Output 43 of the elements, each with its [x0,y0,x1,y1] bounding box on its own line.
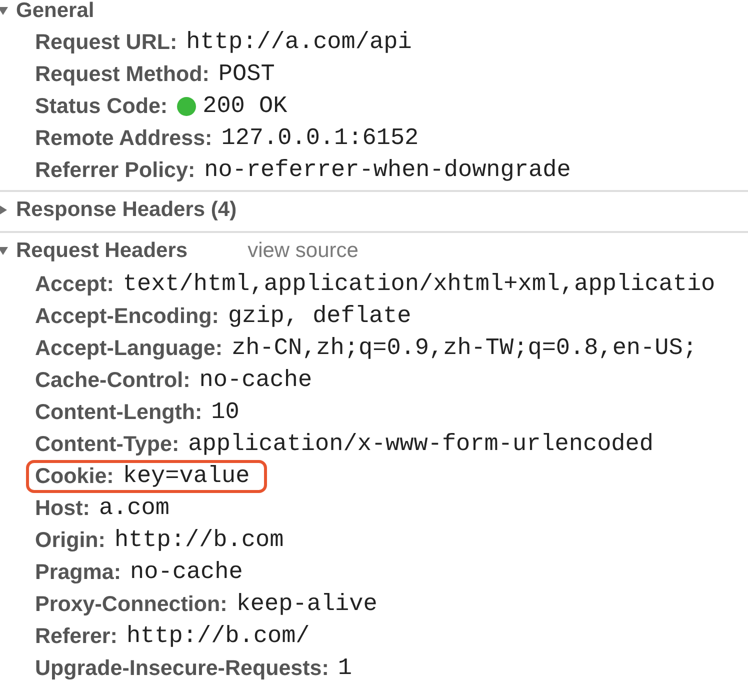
header-name: Origin: [35,528,106,552]
header-name: Proxy-Connection: [35,592,228,616]
header-value: 10 [211,398,240,426]
header-value: 200 OK [202,92,288,120]
header-name: Upgrade-Insecure-Requests: [35,656,329,680]
header-value: 127.0.0.1:6152 [221,124,419,152]
header-value: http://a.com/api [186,28,412,56]
header-name: Accept: [35,272,114,296]
header-name: Remote Address: [35,126,212,150]
header-name: Host: [35,496,90,520]
expand-triangle-icon[interactable] [0,204,8,214]
view-source-link[interactable]: view source [248,238,358,262]
header-value: a.com [98,494,170,522]
header-name: Content-Length: [35,400,202,424]
header-name: Cookie: [35,464,114,488]
header-value: application/x-www-form-urlencoded [188,430,654,458]
collapse-triangle-icon[interactable] [0,6,8,16]
header-name: Accept-Encoding: [35,304,219,328]
header-name: Status Code: [35,94,168,118]
header-value: http://b.com/ [126,622,310,650]
header-value: POST [218,60,275,88]
section-title[interactable]: Response Headers (4) [16,198,237,222]
header-name: Accept-Language: [35,336,223,360]
header-name: Referrer Policy: [35,158,196,182]
header-value: no-cache [199,366,312,394]
section-title[interactable]: Request Headers [16,238,188,262]
header-value: 1 [338,654,352,682]
header-name: Content-Type: [35,432,180,456]
header-value: no-cache [130,558,243,586]
header-value: no-referrer-when-downgrade [204,156,571,184]
header-name: Cache-Control: [35,368,190,392]
collapse-triangle-icon[interactable] [0,246,8,256]
header-name: Pragma: [35,560,122,584]
header-value: keep-alive [236,590,378,618]
header-value: gzip, deflate [228,302,412,330]
header-name: Referer: [35,624,118,648]
header-value: http://b.com [114,526,284,554]
header-name: Request Method: [35,62,210,86]
header-name: Request URL: [35,30,178,54]
header-value: key=value [122,462,250,490]
header-value: text/html,application/xhtml+xml,applicatio [122,270,716,298]
header-value: zh-CN,zh;q=0.9,zh-TW;q=0.8,en-US; [232,334,697,362]
section-title[interactable]: General [16,0,94,22]
